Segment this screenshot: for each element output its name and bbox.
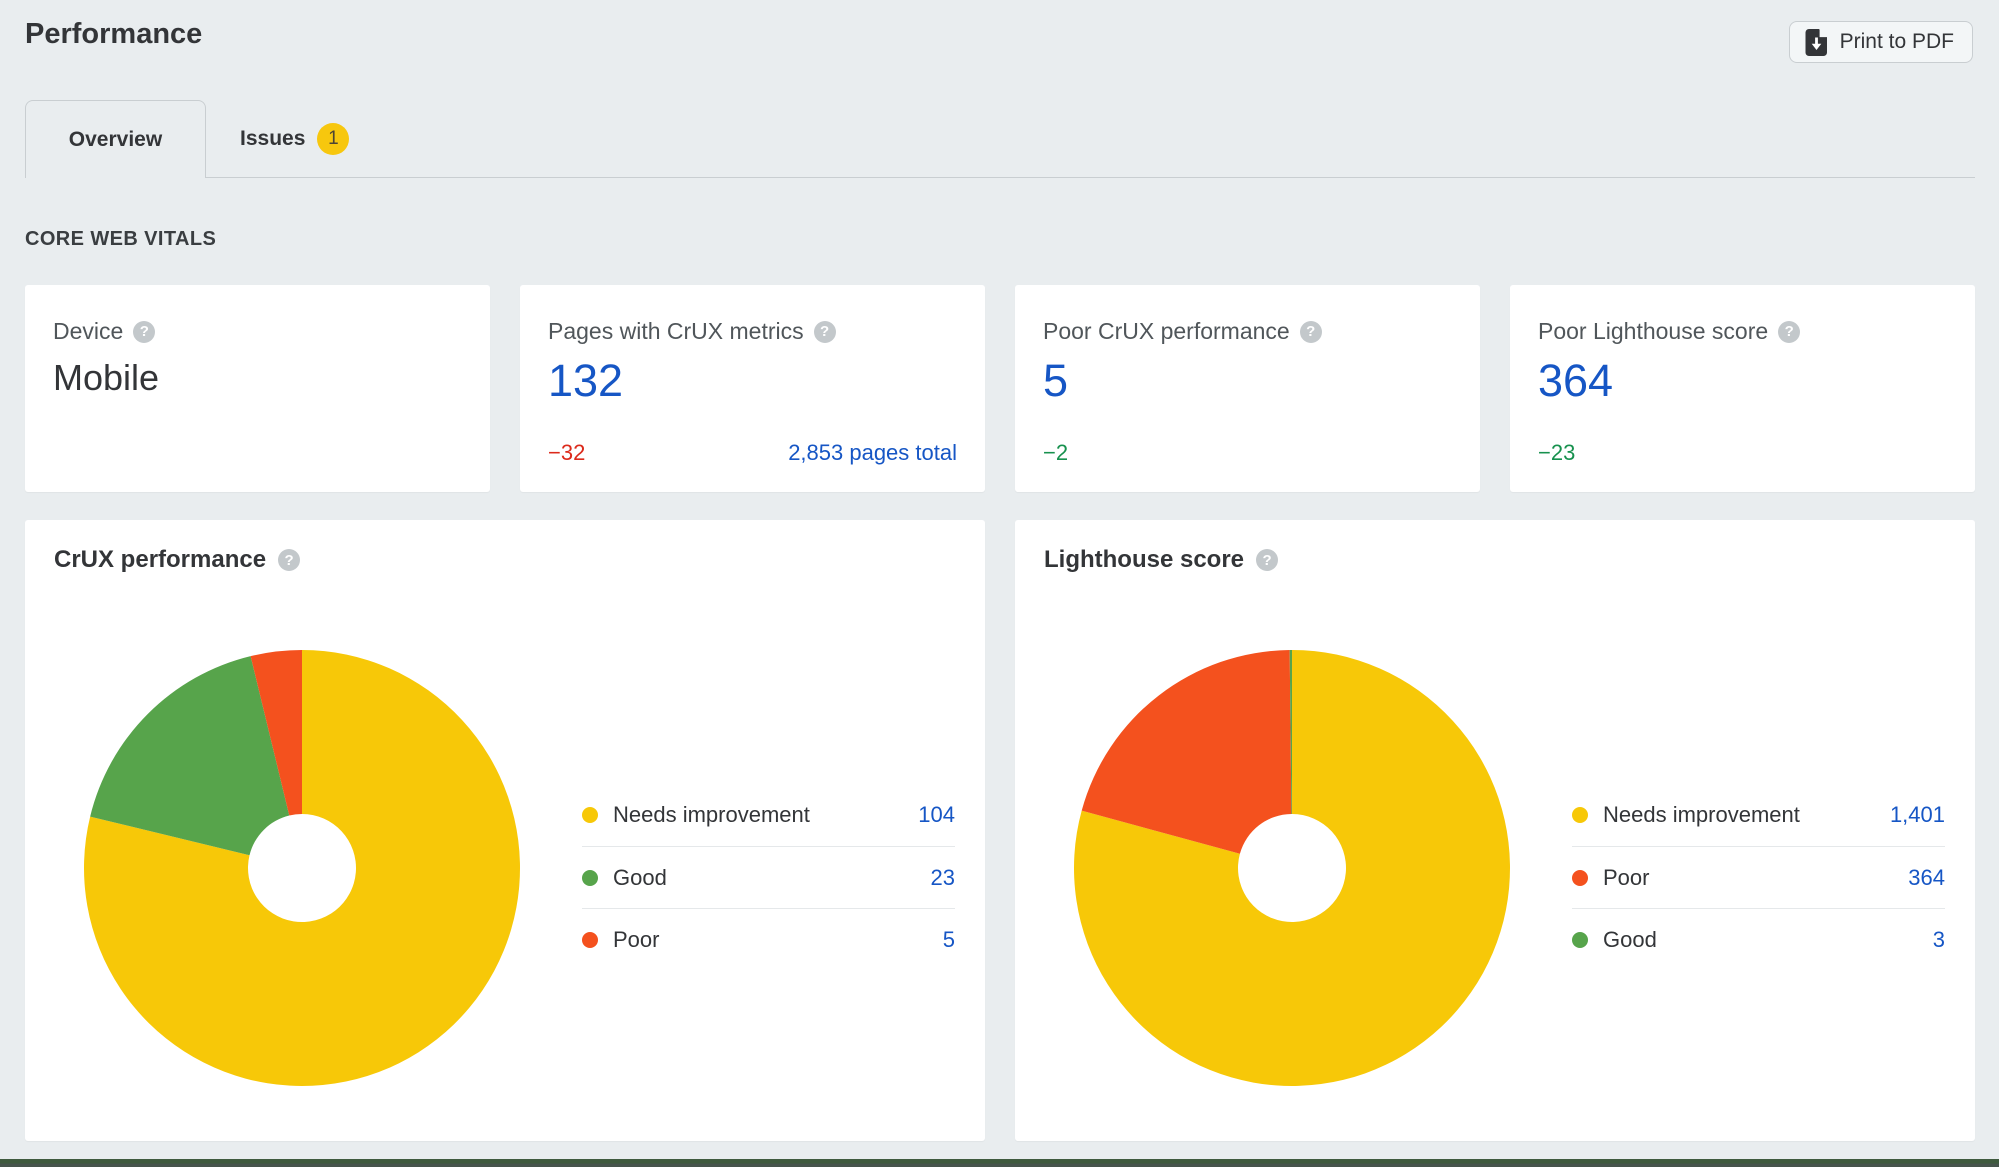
poor-crux-label: Poor CrUX performance xyxy=(1043,318,1290,344)
stat-card-poor-crux: Poor CrUX performance ? 5 −2 xyxy=(1015,285,1480,492)
legend-row-good[interactable]: Good 3 xyxy=(1572,908,1945,970)
chart-card-row: CrUX performance ? Needs improvement 104… xyxy=(25,520,1975,1141)
pages-total-link[interactable]: 2,853 pages total xyxy=(788,440,957,466)
poor-dot-icon xyxy=(1572,869,1588,886)
print-to-pdf-icon xyxy=(1805,28,1828,56)
poor-dot-icon xyxy=(582,931,598,948)
pages-with-crux-label: Pages with CrUX metrics xyxy=(548,318,804,344)
lighthouse-chart-legend: Needs improvement 1,401 Poor 364 Good 3 xyxy=(1572,784,1945,970)
tab-overview-label: Overview xyxy=(68,127,163,151)
legend-value-link[interactable]: 104 xyxy=(918,802,955,828)
crux-chart-title: CrUX performance xyxy=(54,546,267,573)
pages-with-crux-value[interactable]: 132 xyxy=(548,355,957,407)
legend-row-poor[interactable]: Poor 364 xyxy=(1572,846,1945,908)
tab-issues-label: Issues xyxy=(240,126,306,150)
stat-card-pages-with-crux: Pages with CrUX metrics ? 132 −32 2,853 … xyxy=(520,285,985,492)
stat-card-poor-lighthouse: Poor Lighthouse score ? 364 −23 xyxy=(1510,285,1975,492)
help-icon[interactable]: ? xyxy=(133,320,156,343)
page-title: Performance xyxy=(25,18,203,50)
crux-performance-donut-chart[interactable] xyxy=(82,648,522,1088)
legend-label: Good xyxy=(1603,926,1657,952)
poor-lighthouse-label: Poor Lighthouse score xyxy=(1538,318,1769,344)
legend-label: Good xyxy=(613,864,667,890)
stat-card-row: Device ? Mobile Pages with CrUX metrics … xyxy=(25,285,1975,492)
bottom-edge-divider xyxy=(0,1159,1999,1167)
legend-value-link[interactable]: 3 xyxy=(1933,927,1945,953)
lighthouse-chart-title: Lighthouse score xyxy=(1044,546,1245,573)
legend-value-link[interactable]: 5 xyxy=(943,927,955,953)
help-icon[interactable]: ? xyxy=(813,320,836,343)
print-to-pdf-button[interactable]: Print to PDF xyxy=(1788,21,1973,63)
poor-lighthouse-delta: −23 xyxy=(1538,440,1576,465)
legend-row-poor[interactable]: Poor 5 xyxy=(582,908,955,970)
device-label: Device xyxy=(53,318,124,344)
stat-card-device: Device ? Mobile xyxy=(25,285,490,492)
issues-count-badge: 1 xyxy=(317,122,350,155)
legend-label: Needs improvement xyxy=(613,802,810,827)
needs-improvement-dot-icon xyxy=(582,807,598,823)
legend-value-link[interactable]: 1,401 xyxy=(1890,802,1945,828)
tab-overview[interactable]: Overview xyxy=(25,100,206,178)
help-icon[interactable]: ? xyxy=(1778,320,1801,343)
pages-with-crux-delta: −32 xyxy=(548,440,586,465)
good-dot-icon xyxy=(1572,931,1588,948)
lighthouse-score-donut-chart[interactable] xyxy=(1072,648,1512,1088)
performance-report-page: Performance Print to PDF Overview Issues… xyxy=(0,0,1999,1167)
help-icon[interactable]: ? xyxy=(278,549,301,571)
legend-label: Poor xyxy=(613,926,660,952)
poor-lighthouse-value[interactable]: 364 xyxy=(1538,355,1947,407)
help-icon[interactable]: ? xyxy=(1299,320,1322,343)
tab-bar: Overview Issues 1 xyxy=(25,100,1975,178)
device-value: Mobile xyxy=(53,357,160,398)
legend-row-needs-improvement[interactable]: Needs improvement 1,401 xyxy=(1572,784,1945,846)
legend-label: Poor xyxy=(1603,864,1650,890)
legend-row-good[interactable]: Good 23 xyxy=(582,846,955,908)
tab-issues[interactable]: Issues 1 xyxy=(206,100,383,177)
legend-row-needs-improvement[interactable]: Needs improvement 104 xyxy=(582,784,955,846)
crux-performance-chart-card: CrUX performance ? Needs improvement 104… xyxy=(25,520,985,1141)
print-to-pdf-label: Print to PDF xyxy=(1839,30,1954,53)
needs-improvement-dot-icon xyxy=(1572,807,1588,823)
help-icon[interactable]: ? xyxy=(1256,549,1279,571)
legend-value-link[interactable]: 23 xyxy=(931,865,955,891)
good-dot-icon xyxy=(582,869,598,886)
legend-label: Needs improvement xyxy=(1603,802,1800,827)
crux-chart-legend: Needs improvement 104 Good 23 Poor 5 xyxy=(582,784,955,970)
core-web-vitals-section-label: CORE WEB VITALS xyxy=(25,228,217,250)
poor-crux-value[interactable]: 5 xyxy=(1043,355,1452,407)
legend-value-link[interactable]: 364 xyxy=(1908,865,1945,891)
poor-crux-delta: −2 xyxy=(1043,440,1069,465)
lighthouse-score-chart-card: Lighthouse score ? Needs improvement 1,4… xyxy=(1015,520,1975,1141)
